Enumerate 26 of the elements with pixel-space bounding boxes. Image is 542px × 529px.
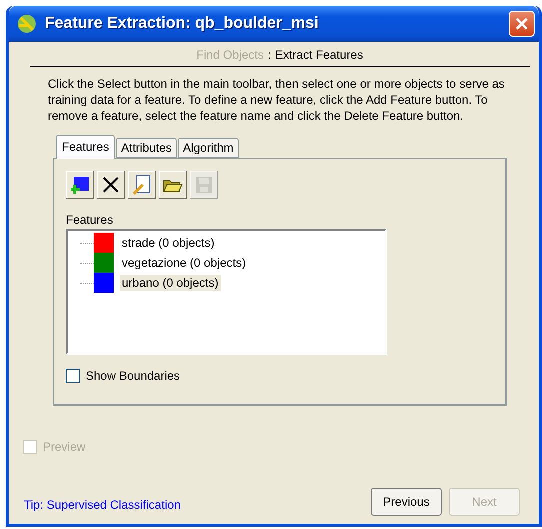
edit-icon xyxy=(132,175,152,195)
tab[interactable]: Algorithm xyxy=(178,138,239,158)
wizard-button[interactable]: Previous xyxy=(371,488,442,516)
toolbar-button[interactable] xyxy=(97,171,125,199)
checkbox-label: Show Boundaries xyxy=(86,369,180,383)
checkbox[interactable] xyxy=(66,369,80,383)
instructions-text: Click the Select button in the main toolbar, then select one or more objects to serve as training data for a feature. To define a new feature, click the Add Feature button. To remove a feature, select the feature name and click the Delete Feature button. xyxy=(48,76,506,124)
feature-item[interactable]: urbano (0 objects) xyxy=(120,275,221,291)
delete-icon xyxy=(102,176,120,194)
features-label: Features xyxy=(66,213,114,227)
breadcrumb-separator: : xyxy=(268,48,272,62)
toolbar-button[interactable] xyxy=(66,171,94,199)
tip-text: Tip: Supervised Classification xyxy=(24,498,181,512)
previous-step: Find Objects xyxy=(196,48,264,62)
feature-item[interactable]: vegetazione (0 objects) xyxy=(120,255,248,271)
tab[interactable]: Attributes xyxy=(116,138,178,158)
tab[interactable]: Features xyxy=(56,135,116,159)
checkbox-label: Preview xyxy=(43,440,86,454)
feature-item[interactable]: strade (0 objects) xyxy=(120,235,217,251)
current-step: Extract Features xyxy=(275,48,364,62)
close-icon xyxy=(515,17,529,31)
add-icon xyxy=(70,175,90,195)
window-title: Feature Extraction: qb_boulder_msi xyxy=(45,15,320,33)
toolbar-button[interactable] xyxy=(159,171,187,199)
close-button[interactable] xyxy=(509,11,535,37)
app-logo-icon xyxy=(15,13,37,35)
